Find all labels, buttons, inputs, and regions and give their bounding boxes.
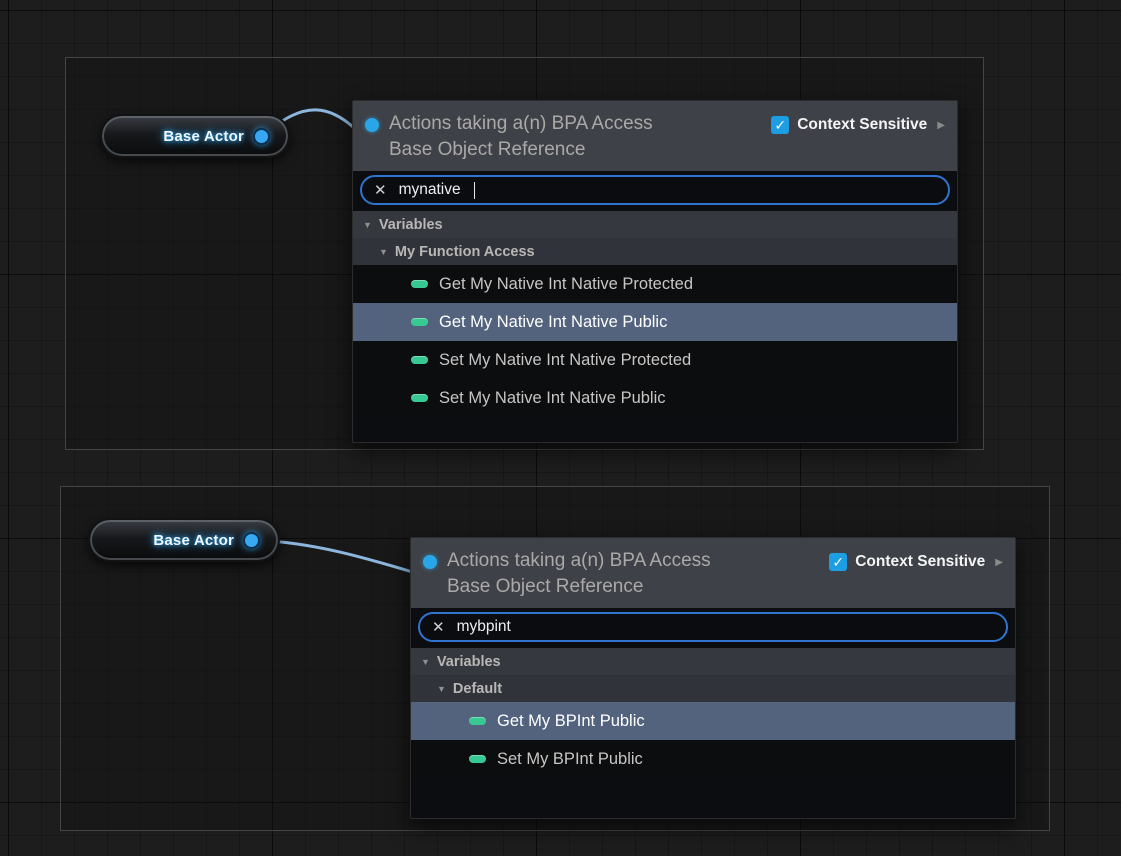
- triangle-down-icon[interactable]: ▼: [363, 220, 372, 230]
- search-text: mynative: [399, 181, 461, 199]
- variable-icon: [469, 755, 486, 763]
- menu-item-get-my-native-int-native-public[interactable]: Get My Native Int Native Public: [353, 303, 957, 341]
- pin-dot-icon: [365, 118, 379, 132]
- category-label: My Function Access: [395, 244, 535, 260]
- search-text: mybpint: [457, 618, 511, 636]
- variable-icon: [411, 280, 428, 288]
- menu-item-label: Get My BPInt Public: [497, 712, 645, 731]
- variable-icon: [411, 394, 428, 402]
- menu-item-label: Get My Native Int Native Protected: [439, 275, 693, 294]
- search-row: ✕ mybpint: [411, 608, 1015, 648]
- variable-icon: [469, 717, 486, 725]
- checkbox-checked-icon[interactable]: ✓: [771, 116, 789, 134]
- menu-item-label: Set My Native Int Native Protected: [439, 351, 691, 370]
- context-sensitive-toggle[interactable]: ✓ Context Sensitive ▶: [829, 553, 1003, 571]
- menu-header: Actions taking a(n) BPA Access Base Obje…: [411, 538, 1015, 608]
- clear-search-icon[interactable]: ✕: [374, 181, 387, 199]
- search-input[interactable]: ✕ mynative: [360, 175, 950, 205]
- search-row: ✕ mynative: [353, 171, 957, 211]
- actions-context-menu-top: Actions taking a(n) BPA Access Base Obje…: [352, 100, 958, 443]
- text-cursor: [474, 182, 476, 199]
- category-row-my-function-access[interactable]: ▼ My Function Access: [353, 238, 957, 265]
- category-row-variables[interactable]: ▼ Variables: [353, 211, 957, 238]
- actions-context-menu-bottom: Actions taking a(n) BPA Access Base Obje…: [410, 537, 1016, 819]
- context-sensitive-label: Context Sensitive: [797, 116, 927, 134]
- actions-list: ▼ Variables ▼ My Function Access Get My …: [353, 211, 957, 442]
- clear-search-icon[interactable]: ✕: [432, 618, 445, 636]
- context-sensitive-label: Context Sensitive: [855, 553, 985, 571]
- search-input[interactable]: ✕ mybpint: [418, 612, 1008, 642]
- menu-item-get-my-bpint-public[interactable]: Get My BPInt Public: [411, 702, 1015, 740]
- pin-dot-icon: [423, 555, 437, 569]
- category-row-variables[interactable]: ▼ Variables: [411, 648, 1015, 675]
- triangle-down-icon[interactable]: ▼: [421, 657, 430, 667]
- menu-title: Actions taking a(n) BPA Access Base Obje…: [389, 111, 761, 162]
- checkbox-checked-icon[interactable]: ✓: [829, 553, 847, 571]
- node-base-actor-bottom[interactable]: Base Actor: [88, 518, 280, 562]
- menu-title-line1: Actions taking a(n) BPA Access: [447, 548, 819, 574]
- node-label: Base Actor: [163, 128, 244, 145]
- triangle-down-icon[interactable]: ▼: [437, 684, 446, 694]
- caret-right-icon[interactable]: ▶: [995, 557, 1003, 568]
- variable-icon: [411, 318, 428, 326]
- context-sensitive-toggle[interactable]: ✓ Context Sensitive ▶: [771, 116, 945, 134]
- triangle-down-icon[interactable]: ▼: [379, 247, 388, 257]
- output-pin-icon[interactable]: [243, 532, 260, 549]
- menu-title-line2: Base Object Reference: [447, 574, 819, 600]
- menu-item-set-my-bpint-public[interactable]: Set My BPInt Public: [411, 740, 1015, 778]
- actions-list: ▼ Variables ▼ Default Get My BPInt Publi…: [411, 648, 1015, 818]
- category-label: Variables: [379, 217, 443, 233]
- category-row-default[interactable]: ▼ Default: [411, 675, 1015, 702]
- menu-item-label: Set My BPInt Public: [497, 750, 643, 769]
- output-pin-icon[interactable]: [253, 128, 270, 145]
- menu-item-get-my-native-int-native-protected[interactable]: Get My Native Int Native Protected: [353, 265, 957, 303]
- variable-icon: [411, 356, 428, 364]
- menu-header: Actions taking a(n) BPA Access Base Obje…: [353, 101, 957, 171]
- category-label: Variables: [437, 654, 501, 670]
- menu-item-set-my-native-int-native-public[interactable]: Set My Native Int Native Public: [353, 379, 957, 417]
- node-label: Base Actor: [153, 532, 234, 549]
- menu-title-line2: Base Object Reference: [389, 137, 761, 163]
- category-label: Default: [453, 681, 502, 697]
- menu-item-label: Get My Native Int Native Public: [439, 313, 667, 332]
- node-base-actor-top[interactable]: Base Actor: [100, 114, 290, 158]
- menu-title-line1: Actions taking a(n) BPA Access: [389, 111, 761, 137]
- menu-item-set-my-native-int-native-protected[interactable]: Set My Native Int Native Protected: [353, 341, 957, 379]
- menu-item-label: Set My Native Int Native Public: [439, 389, 666, 408]
- menu-title: Actions taking a(n) BPA Access Base Obje…: [447, 548, 819, 599]
- caret-right-icon[interactable]: ▶: [937, 120, 945, 131]
